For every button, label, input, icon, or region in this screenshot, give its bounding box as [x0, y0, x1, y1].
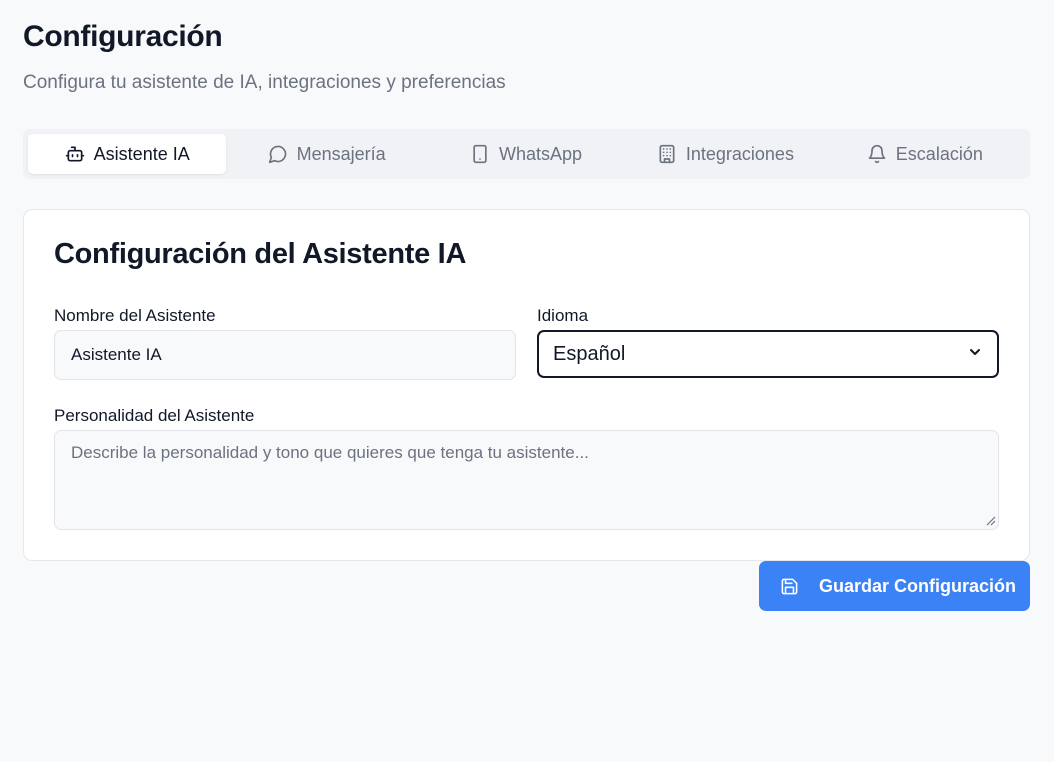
save-configuration-button[interactable]: Guardar Configuración	[759, 561, 1030, 611]
building-icon	[657, 144, 677, 164]
card-title: Configuración del Asistente IA	[54, 238, 467, 270]
page-subtitle: Configura tu asistente de IA, integracio…	[23, 72, 506, 93]
tab-whatsapp[interactable]: WhatsApp	[427, 134, 625, 174]
smartphone-icon	[470, 144, 490, 164]
bell-icon	[867, 144, 887, 164]
language-label: Idioma	[537, 306, 589, 325]
chevron-down-icon	[967, 343, 983, 366]
message-circle-icon	[268, 144, 288, 164]
tab-label: Mensajería	[296, 143, 386, 164]
tab-mensajeria[interactable]: Mensajería	[227, 134, 425, 174]
assistant-settings-card: Configuración del Asistente IA Nombre de…	[23, 209, 1030, 561]
assistant-name-input[interactable]	[54, 330, 516, 380]
assistant-name-label: Nombre del Asistente	[54, 306, 216, 325]
bot-icon	[65, 144, 85, 164]
tab-asistente-ia[interactable]: Asistente IA	[28, 134, 227, 174]
personality-label: Personalidad del Asistente	[54, 406, 255, 425]
tab-label: WhatsApp	[498, 143, 583, 164]
tab-label: Asistente IA	[93, 143, 190, 164]
language-selected-value: Español	[553, 342, 626, 365]
tab-escalacion[interactable]: Escalación	[826, 134, 1024, 174]
settings-page: Configuración Configura tu asistente de …	[0, 0, 1054, 762]
tab-label: Escalación	[895, 143, 983, 164]
save-icon	[780, 577, 799, 596]
tab-integraciones[interactable]: Integraciones	[626, 134, 824, 174]
language-select[interactable]: Español	[537, 330, 999, 378]
tab-label: Integraciones	[685, 143, 794, 164]
personality-textarea[interactable]	[54, 430, 999, 530]
resize-handle-icon[interactable]	[986, 516, 996, 526]
tab-bar: Asistente IA Mensajería WhatsApp Integra…	[23, 129, 1030, 179]
save-button-label: Guardar Configuración	[819, 575, 1017, 596]
page-title: Configuración	[23, 20, 223, 53]
